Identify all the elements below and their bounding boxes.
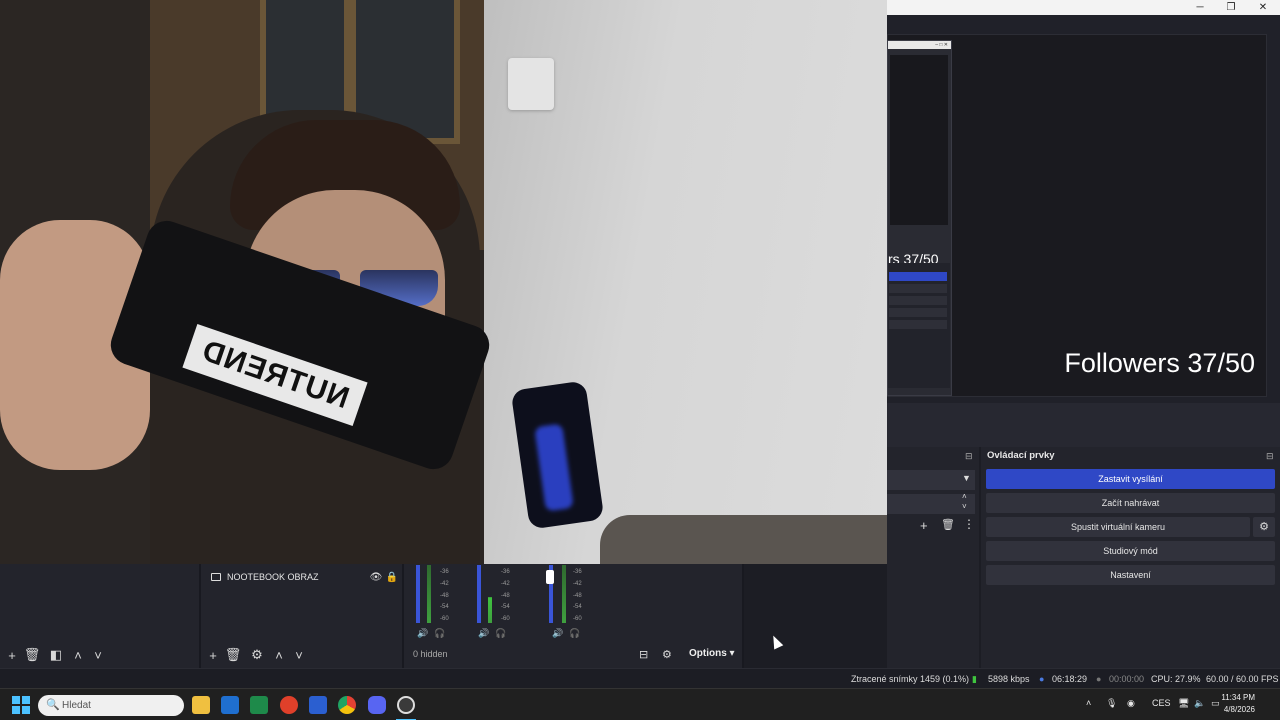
outlook-icon[interactable] (221, 696, 239, 714)
settings-button[interactable]: Nastavení (986, 565, 1275, 585)
lock-icon[interactable]: 🔒 (384, 572, 400, 583)
mouse-cursor (768, 633, 784, 650)
visibility-eye-icon[interactable]: 👁 (368, 572, 384, 583)
taskbar-search-input[interactable]: 🔍 Hledat (38, 695, 184, 716)
stream-time: 06:18:29 (1052, 674, 1088, 684)
remove-source-button[interactable]: 🗑 (223, 645, 243, 665)
add-transition-button[interactable]: + (920, 518, 928, 533)
more-options-icon[interactable]: ⋮ (963, 517, 975, 531)
word-icon[interactable] (309, 696, 327, 714)
display-capture-icon (211, 573, 221, 581)
nested-button (889, 284, 947, 293)
options-button[interactable]: Options ▾ (689, 648, 735, 659)
volume-slider-handle[interactable] (546, 570, 554, 584)
move-up-icon[interactable]: ˄ (269, 645, 289, 665)
advanced-audio-icon[interactable]: ⚙ (662, 648, 672, 661)
windows-taskbar: 🔍 Hledat ˄ 🎙 ◉ CES 🖥 🔈 ▭ 11:34 PM 4/8/20… (0, 688, 1280, 720)
minimize-button[interactable]: ─ (1185, 0, 1215, 15)
obs-icon[interactable] (397, 696, 415, 714)
language-indicator[interactable]: CES (1152, 698, 1171, 708)
discord-icon[interactable] (368, 696, 386, 714)
chrome-icon[interactable] (338, 696, 356, 714)
maximize-button[interactable]: ❐ (1216, 0, 1246, 15)
level-meter (562, 565, 566, 623)
source-properties-gear-icon[interactable]: ⚙ (247, 645, 267, 665)
excel-icon[interactable] (250, 696, 268, 714)
meter-scale: -36 -42 -48 -54 -60 (573, 569, 582, 623)
nested-stop-button (889, 272, 947, 281)
taskbar-clock[interactable]: 11:34 PM 4/8/2026 (1221, 692, 1255, 716)
source-name: NOOTEBOOK OBRAZ (227, 572, 319, 582)
dock-undock-icon[interactable]: ⊟ (965, 451, 973, 462)
bitrate: 5898 kbps (988, 674, 1030, 684)
nested-button (889, 320, 947, 329)
stop-streaming-button[interactable]: Zastavit vysílání (986, 469, 1275, 489)
battery-icon[interactable]: ▭ (1211, 698, 1220, 709)
source-item[interactable]: NOOTEBOOK OBRAZ 👁 🔒 (205, 568, 400, 586)
microphone-icon[interactable]: 🎙 (1106, 698, 1117, 709)
light-switch (508, 58, 554, 110)
stream-live-icon: ● (1039, 674, 1045, 684)
volume-meter (416, 565, 420, 623)
move-down-icon[interactable]: ˅ (88, 645, 108, 665)
signal-bars-icon: ▮ (972, 674, 977, 684)
scenes-toolbar: + 🗑 ◧ ˄ ˅ (2, 642, 108, 668)
windows-start-icon[interactable] (12, 696, 30, 714)
level-meter (488, 565, 492, 623)
hidden-sources-count: 0 hidden (413, 649, 448, 659)
dock-undock-icon[interactable]: ⊟ (1266, 451, 1274, 462)
speaker-icon[interactable]: 🔊 (478, 628, 489, 639)
headphones-icon[interactable]: 🎧 (569, 628, 580, 639)
network-icon[interactable]: 🖥 (1178, 698, 1189, 709)
volume-meter (477, 565, 481, 623)
meter-scale: -36 -42 -48 -54 -60 (501, 569, 510, 623)
webcam-window: NUTREND (0, 0, 887, 564)
volume-icon[interactable]: 🔈 (1194, 698, 1205, 709)
record-time: 00:00:00 (1109, 674, 1145, 684)
studio-mode-button[interactable]: Studiový mód (986, 541, 1275, 561)
sources-toolbar: + 🗑 ⚙ ˄ ˅ (203, 642, 309, 668)
followers-counter: Followers 37/50 (1064, 348, 1255, 378)
speaker-icon[interactable]: 🔊 (552, 628, 563, 639)
chevron-up-icon[interactable]: ˄ (1086, 698, 1091, 708)
headphones-icon[interactable]: 🎧 (434, 628, 445, 639)
stepper-icon[interactable]: ˄ ˅ (962, 492, 967, 512)
file-explorer-icon[interactable] (192, 696, 210, 714)
window-titlebar: ─ ❐ ✕ (887, 0, 1280, 15)
wifi-icon[interactable]: ◉ (1127, 698, 1135, 709)
move-down-icon[interactable]: ˅ (289, 645, 309, 665)
cpu-usage: CPU: 27.9% (1151, 674, 1201, 684)
app-icon[interactable] (280, 696, 298, 714)
fps-display: 60.00 / 60.00 FPS (1206, 674, 1279, 684)
layout-toggle-icon[interactable]: ⊟ (639, 648, 648, 661)
controls-title: Ovládací prvky (987, 450, 1055, 461)
level-meter (427, 565, 431, 623)
meter-scale: -36 -42 -48 -54 -60 (440, 569, 449, 623)
add-source-button[interactable]: + (203, 645, 223, 665)
remove-transition-button[interactable]: 🗑 (941, 518, 955, 531)
virtual-camera-button[interactable]: Spustit virtuální kameru (986, 517, 1250, 537)
status-bar: Ztracené snímky 1459 (0.1%) ▮ 5898 kbps … (0, 668, 1280, 688)
remove-scene-button[interactable]: 🗑 (22, 645, 42, 665)
speaker-icon[interactable]: 🔊 (417, 628, 428, 639)
chevron-down-icon: ▼ (962, 473, 971, 483)
headphones-icon[interactable]: 🎧 (495, 628, 506, 639)
virtual-camera-gear-icon[interactable]: ⚙ (1253, 517, 1275, 537)
nested-titlebar: ‒ □ ✕ (888, 41, 951, 49)
move-up-icon[interactable]: ˄ (68, 645, 88, 665)
nested-button (889, 296, 947, 305)
close-button[interactable]: ✕ (1248, 0, 1278, 15)
nested-obs-preview: ‒ □ ✕ rs 37/50 (887, 40, 952, 396)
nested-button (889, 308, 947, 317)
record-icon: ● (1096, 674, 1102, 684)
couch (600, 515, 887, 564)
nested-preview (890, 55, 948, 225)
panel-divider (887, 403, 1280, 447)
nested-controls (888, 263, 950, 388)
dropped-frames: Ztracené snímky 1459 (0.1%) (851, 674, 970, 684)
search-icon: 🔍 (46, 699, 60, 711)
start-recording-button[interactable]: Začít nahrávat (986, 493, 1275, 513)
add-scene-button[interactable]: + (2, 645, 22, 665)
filter-scene-button[interactable]: ◧ (46, 645, 66, 665)
